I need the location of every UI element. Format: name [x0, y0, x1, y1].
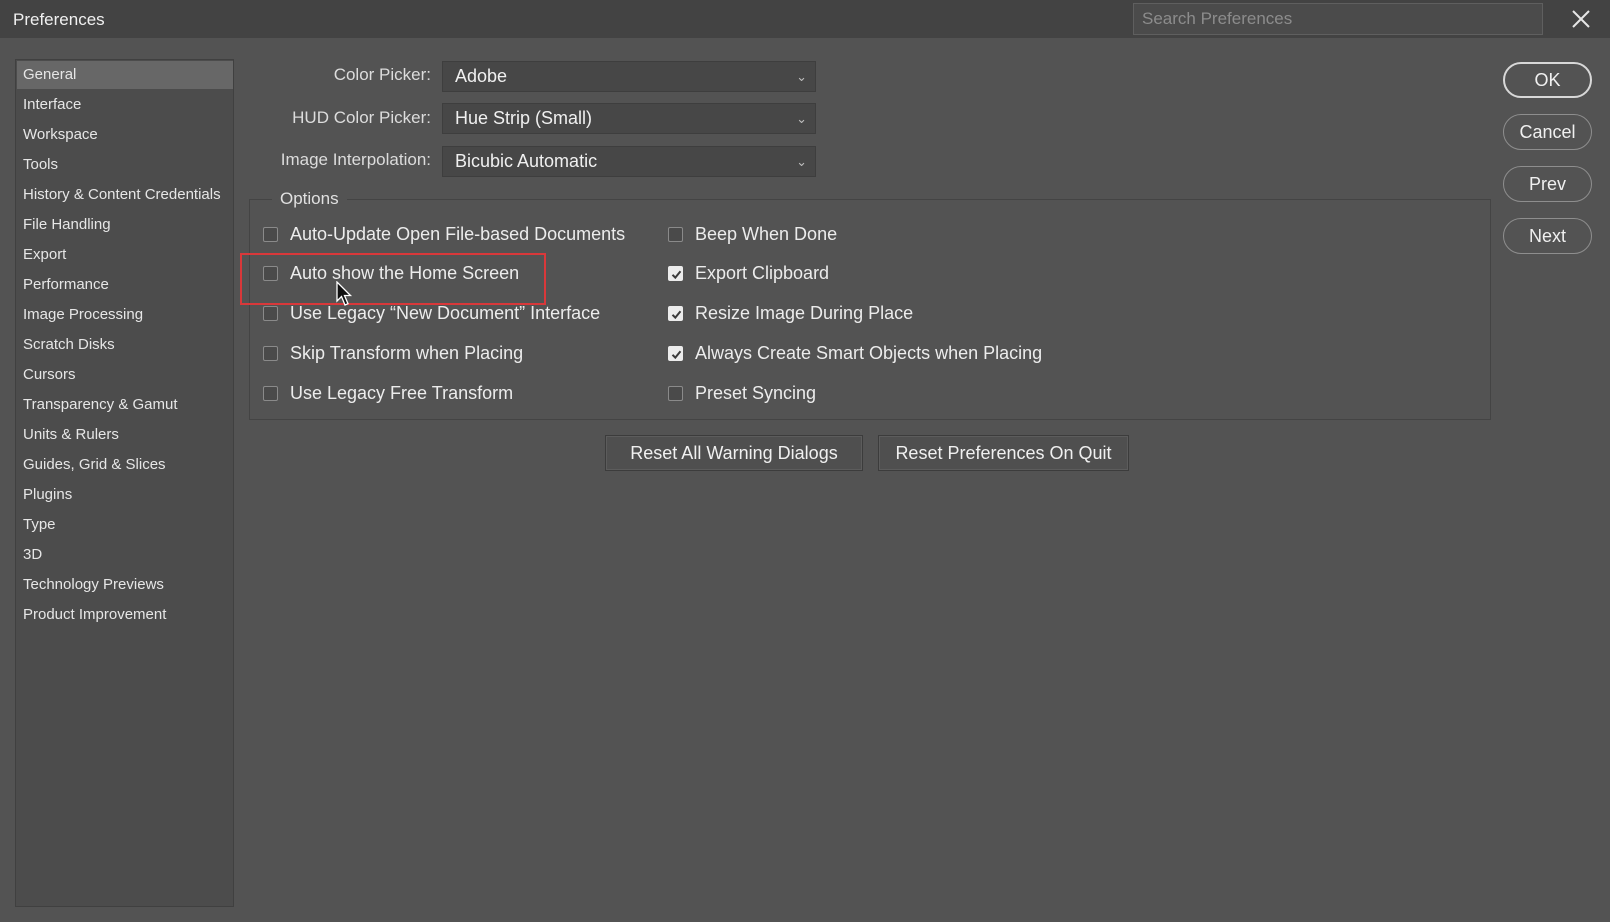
chevron-down-icon: ⌄ — [796, 69, 807, 84]
checkbox-label: Use Legacy Free Transform — [290, 383, 514, 403]
reset-preferences-button[interactable]: Reset Preferences On Quit — [878, 435, 1129, 471]
checkbox-label: Skip Transform when Placing — [290, 343, 524, 363]
sidebar-item-image-processing[interactable]: Image Processing — [17, 301, 233, 329]
sidebar-item-type[interactable]: Type — [17, 511, 233, 539]
checkbox-box[interactable] — [668, 386, 683, 401]
sidebar-item-file-handling[interactable]: File Handling — [17, 211, 233, 239]
checkmark-icon — [671, 310, 682, 320]
checkbox-box[interactable] — [263, 266, 278, 281]
sidebar-item-units-rulers[interactable]: Units & Rulers — [17, 421, 233, 449]
checkmark-icon — [671, 350, 682, 360]
prev-button[interactable]: Prev — [1503, 166, 1592, 202]
reset-warning-dialogs-button[interactable]: Reset All Warning Dialogs — [605, 435, 863, 471]
sidebar-item-history[interactable]: History & Content Credentials — [17, 181, 233, 209]
checkbox-label: Export Clipboard — [695, 263, 830, 283]
checkbox-box[interactable] — [668, 306, 683, 321]
ok-button[interactable]: OK — [1503, 62, 1592, 98]
hud-color-picker-label: HUD Color Picker: — [292, 108, 431, 127]
sidebar-item-plugins[interactable]: Plugins — [17, 481, 233, 509]
checkbox-label: Auto show the Home Screen — [290, 263, 520, 283]
sidebar-item-export[interactable]: Export — [17, 241, 233, 269]
checkbox-box[interactable] — [263, 346, 278, 361]
options-legend: Options — [272, 189, 347, 209]
color-picker-select[interactable]: Adobe ⌄ — [442, 61, 816, 92]
sidebar-item-transparency[interactable]: Transparency & Gamut — [17, 391, 233, 419]
checkbox-label: Always Create Smart Objects when Placing — [695, 343, 1043, 363]
chevron-down-icon: ⌄ — [796, 111, 807, 126]
cancel-button[interactable]: Cancel — [1503, 114, 1592, 150]
hud-color-picker-select[interactable]: Hue Strip (Small) ⌄ — [442, 103, 816, 134]
checkbox-box[interactable] — [263, 306, 278, 321]
sidebar-item-product-improvement[interactable]: Product Improvement — [17, 601, 233, 629]
checkmark-icon — [671, 270, 682, 280]
sidebar-item-performance[interactable]: Performance — [17, 271, 233, 299]
checkbox-label: Use Legacy “New Document” Interface — [290, 303, 601, 323]
next-button[interactable]: Next — [1503, 218, 1592, 254]
image-interpolation-value: Bicubic Automatic — [455, 151, 598, 171]
search-input[interactable] — [1133, 3, 1543, 35]
checkbox-label: Auto-Update Open File-based Documents — [290, 224, 626, 244]
checkbox-box[interactable] — [668, 227, 683, 242]
image-interpolation-select[interactable]: Bicubic Automatic ⌄ — [442, 146, 816, 177]
title-bar: Preferences — [0, 0, 1610, 38]
window-title: Preferences — [13, 10, 105, 29]
sidebar-item-general[interactable]: General — [17, 61, 233, 89]
sidebar-item-scratch-disks[interactable]: Scratch Disks — [17, 331, 233, 359]
color-picker-value: Adobe — [455, 66, 508, 86]
hud-color-picker-value: Hue Strip (Small) — [455, 108, 593, 128]
color-picker-label: Color Picker: — [333, 65, 431, 84]
sidebar-item-workspace[interactable]: Workspace — [17, 121, 233, 149]
checkbox-box[interactable] — [263, 386, 278, 401]
image-interpolation-label: Image Interpolation: — [280, 150, 431, 169]
sidebar-item-interface[interactable]: Interface — [17, 91, 233, 119]
checkbox-label: Preset Syncing — [695, 383, 817, 403]
sidebar-item-tools[interactable]: Tools — [17, 151, 233, 179]
chevron-down-icon: ⌄ — [796, 154, 807, 169]
sidebar-item-guides[interactable]: Guides, Grid & Slices — [17, 451, 233, 479]
checkbox-label: Beep When Done — [695, 224, 838, 244]
checkbox-box[interactable] — [668, 346, 683, 361]
checkbox-label: Resize Image During Place — [695, 303, 914, 323]
checkbox-box[interactable] — [668, 266, 683, 281]
sidebar-item-technology-previews[interactable]: Technology Previews — [17, 571, 233, 599]
sidebar: General Interface Workspace Tools Histor… — [15, 59, 234, 907]
sidebar-item-3d[interactable]: 3D — [17, 541, 233, 569]
checkbox-box[interactable] — [263, 227, 278, 242]
close-icon[interactable] — [1568, 6, 1594, 32]
sidebar-item-cursors[interactable]: Cursors — [17, 361, 233, 389]
